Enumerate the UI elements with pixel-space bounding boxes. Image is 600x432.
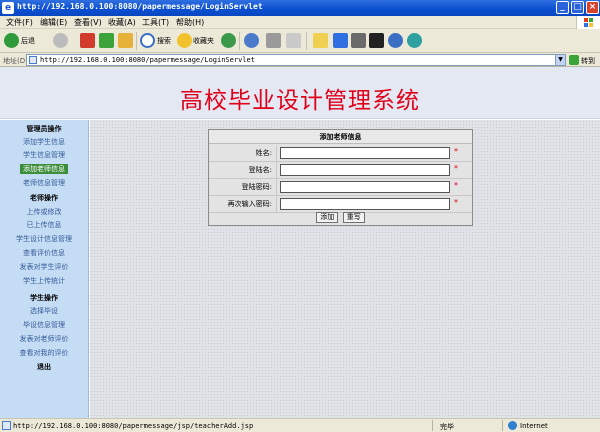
home-icon[interactable] [118,33,133,48]
ie-app-icon: e [2,2,14,14]
refresh-icon[interactable] [99,33,114,48]
window-title: http://192.168.0.100:8080/papermessage/L… [17,2,263,11]
mail-icon[interactable] [244,33,259,48]
confirm-password-label: 再次输入密码: [209,196,277,212]
required-mark: * [454,198,458,207]
sidebar-item-select-project[interactable]: 选择毕设 [0,306,88,316]
required-mark: * [454,164,458,173]
password-input[interactable] [280,181,450,193]
login-name-label: 登陆名: [209,162,277,178]
sidebar-item-project-manage[interactable]: 毕设信息管理 [0,320,88,330]
login-name-input[interactable] [280,164,450,176]
site-title: 高校毕业设计管理系统 [180,88,420,114]
sidebar-header-student: 学生操作 [30,294,58,302]
forward-arrow-icon[interactable] [53,33,68,48]
favorites-button-label[interactable]: 收藏夹 [193,36,214,46]
toolbar-separator [306,32,307,50]
menu-help[interactable]: 帮助(H) [176,17,204,28]
sidebar-item-upload-stats[interactable]: 学生上传统计 [0,276,88,286]
menu-file[interactable]: 文件(F) [6,17,33,28]
sidebar-item-add-student[interactable]: 添加学生信息 [0,137,88,147]
print-icon[interactable] [266,33,281,48]
sidebar-header-admin: 管理员操作 [26,125,62,133]
address-input[interactable]: http://192.168.0.100:8080/papermessage/L… [26,54,566,66]
sidebar-item-my-evaluation[interactable]: 查看对我的评价 [0,348,88,358]
stop-icon[interactable] [80,33,95,48]
required-mark: * [454,181,458,190]
maximize-button[interactable]: □ [571,1,584,14]
form-row-login-name: 登陆名: * [209,162,472,179]
sidebar-item-evaluate-student[interactable]: 发表对学生评价 [0,262,88,272]
back-button-label[interactable]: 后退 [21,36,35,46]
reset-button[interactable]: 重写 [342,212,365,223]
address-label: 地址(D) [3,57,28,65]
sidebar-item-upload[interactable]: 上传或修改 [0,207,88,217]
sidebar-item-teacher-manage[interactable]: 老师信息管理 [0,178,88,188]
toolbar-separator [239,32,240,50]
sidebar-item-view-evaluation[interactable]: 查看评价信息 [0,248,88,258]
messenger-icon[interactable] [333,33,348,48]
history-icon[interactable] [221,33,236,48]
confirm-password-input[interactable] [280,198,450,210]
favorites-star-icon[interactable] [177,33,192,48]
form-caption: 添加老师信息 [209,130,472,144]
page-icon [2,421,11,430]
status-divider [432,420,433,431]
sidebar-item-evaluate-teacher[interactable]: 发表对老师评价 [0,334,88,344]
window-titlebar: e http://192.168.0.100:8080/papermessage… [0,0,600,16]
go-button-label[interactable]: 转到 [581,56,595,66]
search-icon[interactable] [140,33,155,48]
back-arrow-icon[interactable] [4,33,19,48]
chevron-down-icon[interactable]: ▼ [555,55,565,65]
menu-view[interactable]: 查看(V) [74,17,102,28]
notes-icon[interactable] [313,33,328,48]
toolbar: 后退 搜索 收藏夹 [0,29,600,53]
internet-globe-icon [508,421,517,430]
required-mark: * [454,147,458,156]
sidebar-item-uploaded[interactable]: 已上传信息 [0,220,88,230]
minimize-button[interactable]: _ [556,1,569,14]
password-label: 登陆密码: [209,179,277,195]
sidebar-item-logout[interactable]: 退出 [0,362,88,372]
go-arrow-icon[interactable] [569,55,579,65]
status-done: 完毕 [440,423,454,431]
research-icon[interactable] [351,33,366,48]
add-teacher-form: 添加老师信息 姓名: * 登陆名: * 登陆密码: * 再次输入密码: * 添加… [208,129,473,226]
menu-tools[interactable]: 工具(T) [142,17,169,28]
edit-icon[interactable] [286,33,301,48]
toolbar-separator [136,32,137,50]
plugin-icon[interactable] [407,33,422,48]
windows-logo-icon [576,16,600,29]
close-button[interactable]: × [586,1,599,14]
menu-edit[interactable]: 编辑(E) [40,17,67,28]
form-row-name: 姓名: * [209,145,472,162]
status-divider [502,420,503,431]
sidebar-item-design-manage[interactable]: 学生设计信息管理 [0,234,88,244]
address-url[interactable]: http://192.168.0.100:8080/papermessage/L… [40,56,255,64]
sidebar-header-teacher: 老师操作 [30,194,58,202]
tool-icon[interactable] [369,33,384,48]
page-icon [29,56,37,64]
sidebar-item-student-manage[interactable]: 学生信息管理 [0,150,88,160]
form-row-password: 登陆密码: * [209,179,472,196]
name-label: 姓名: [209,145,277,161]
sidebar-nav: 管理员操作 添加学生信息 学生信息管理 添加老师信息 老师信息管理 老师操作 上… [0,120,89,418]
sidebar-item-add-teacher[interactable]: 添加老师信息 [20,164,68,174]
site-banner: 高校毕业设计管理系统 [0,67,600,119]
address-bar: 地址(D) http://192.168.0.100:8080/papermes… [0,53,600,67]
search-button-label[interactable]: 搜索 [157,36,171,46]
status-url: http://192.168.0.100:8080/papermessage/j… [13,422,254,430]
form-buttons: 添加 重写 [209,212,472,225]
menu-favorites[interactable]: 收藏(A) [108,17,136,28]
globe-icon[interactable] [388,33,403,48]
name-input[interactable] [280,147,450,159]
form-row-confirm-password: 再次输入密码: * [209,196,472,213]
status-bar: http://192.168.0.100:8080/papermessage/j… [0,418,600,432]
menu-bar: 文件(F) 编辑(E) 查看(V) 收藏(A) 工具(T) 帮助(H) [0,16,600,29]
add-button[interactable]: 添加 [316,212,339,223]
status-zone: Internet [520,422,548,430]
